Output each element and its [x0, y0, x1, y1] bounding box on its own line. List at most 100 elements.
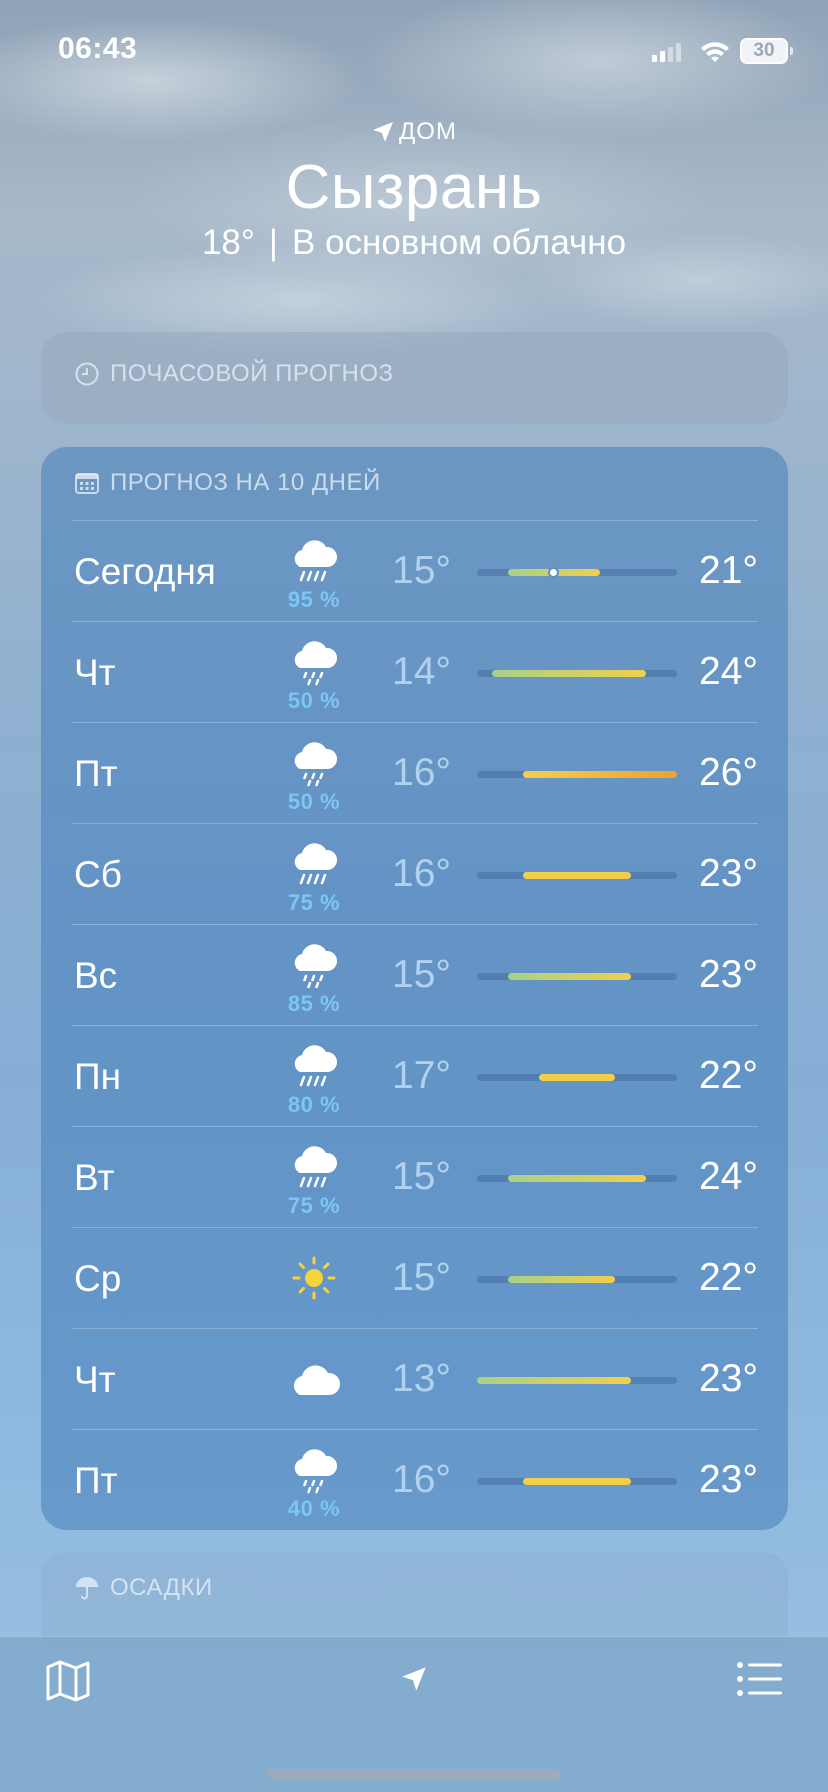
- low-temperature: 17°: [392, 1054, 451, 1097]
- hourly-title-text: ПОЧАСОВОЙ ПРОГНОЗ: [110, 360, 394, 387]
- home-indicator: [267, 1769, 561, 1779]
- forecast-day-label: Ср: [74, 1258, 122, 1299]
- forecast-row[interactable]: Пт 40 % 16° 23°: [72, 1429, 758, 1530]
- battery-indicator: 30: [740, 38, 793, 64]
- temperature-range-fill: [523, 771, 677, 778]
- forecast-day-label: Чт: [74, 1359, 116, 1400]
- temperature-range-bar: [477, 872, 677, 879]
- ten-day-title-text: ПРОГНОЗ НА 10 ДНЕЙ: [110, 469, 381, 496]
- map-icon[interactable]: [44, 1659, 92, 1703]
- low-temperature: 13°: [392, 1357, 451, 1400]
- temperature-range-bar: [477, 567, 677, 578]
- status-bar: 06:43 30: [0, 30, 828, 70]
- forecast-rows: Сегодня 95 % 15° 21° Чт 50 % 14° 24° Пт 50 % 16° 26…: [72, 520, 758, 1530]
- forecast-day-label: Пн: [74, 1056, 122, 1097]
- high-temperature: 22°: [699, 1256, 758, 1299]
- calendar-icon: [75, 473, 99, 494]
- precipitation-chance: 50 %: [287, 688, 341, 713]
- cloud-drizzle-icon: [294, 1449, 338, 1494]
- high-temperature: 23°: [699, 1357, 758, 1400]
- cloud-drizzle-icon: [294, 944, 338, 989]
- umbrella-icon: [76, 1577, 98, 1600]
- precipitation-title-text: ОСАДКИ: [110, 1574, 213, 1601]
- location-label: ДОМ: [399, 118, 457, 145]
- precipitation-chance: 40 %: [287, 1496, 341, 1521]
- cloud-drizzle-icon: [294, 641, 338, 686]
- temperature-range-fill: [507, 1175, 647, 1182]
- temperature-range-bar: [477, 1276, 677, 1283]
- low-temperature: 15°: [392, 1256, 451, 1299]
- forecast-day-label: Вт: [74, 1157, 115, 1198]
- cloud-drizzle-icon: [294, 742, 338, 787]
- high-temperature: 23°: [699, 953, 758, 996]
- forecast-day-label: Чт: [74, 652, 116, 693]
- temperature-range-bar: [477, 670, 677, 677]
- cloud-rain-icon: [294, 1146, 338, 1188]
- high-temperature: 24°: [699, 650, 758, 693]
- cloud-rain-icon: [294, 1045, 338, 1087]
- temperature-range-fill: [507, 1276, 616, 1283]
- cellular-signal-icon: [652, 43, 681, 62]
- low-temperature: 16°: [392, 1458, 451, 1501]
- forecast-row[interactable]: Чт 13° 23°: [72, 1328, 758, 1429]
- low-temperature: 15°: [392, 1155, 451, 1198]
- high-temperature: 24°: [699, 1155, 758, 1198]
- low-temperature: 15°: [392, 953, 451, 996]
- forecast-day-label: Пт: [74, 1460, 118, 1501]
- hourly-forecast-card[interactable]: ПОЧАСОВОЙ ПРОГНОЗ: [41, 332, 788, 424]
- low-temperature: 14°: [392, 650, 451, 693]
- temperature-range-fill: [523, 872, 631, 879]
- current-temperature-marker: [548, 567, 560, 578]
- forecast-day-label: Сегодня: [74, 551, 216, 592]
- clock-icon: [75, 362, 99, 386]
- precipitation-title: ОСАДКИ: [74, 1574, 213, 1602]
- forecast-row[interactable]: Сб 75 % 16° 23°: [72, 823, 758, 924]
- location-label-row: ДОМ: [0, 118, 828, 146]
- precipitation-chance: 85 %: [287, 991, 341, 1016]
- forecast-day-label: Сб: [74, 854, 122, 895]
- low-temperature: 16°: [392, 852, 451, 895]
- high-temperature: 23°: [699, 852, 758, 895]
- wifi-icon: [701, 42, 729, 62]
- forecast-row[interactable]: Вт 75 % 15° 24°: [72, 1126, 758, 1227]
- precipitation-chance: 75 %: [287, 1193, 341, 1218]
- temperature-range-bar: [477, 1478, 677, 1485]
- temperature-range-fill: [523, 1478, 631, 1485]
- temperature-range-bar: [477, 1377, 677, 1384]
- cloud-rain-icon: [294, 540, 338, 582]
- location-arrow-icon[interactable]: [400, 1665, 428, 1693]
- temperature-range-fill: [477, 1377, 631, 1384]
- separator: |: [268, 223, 278, 262]
- low-temperature: 16°: [392, 751, 451, 794]
- temperature-range-fill: [538, 1074, 616, 1081]
- precipitation-chance: 50 %: [287, 789, 341, 814]
- ten-day-forecast-card[interactable]: ПРОГНОЗ НА 10 ДНЕЙ Сегодня 95 % 15° 21° Чт 50…: [41, 447, 788, 1530]
- sun-icon: [292, 1256, 336, 1300]
- list-icon[interactable]: [736, 1659, 784, 1699]
- temperature-range-bar: [477, 973, 677, 980]
- low-temperature: 15°: [392, 549, 451, 592]
- bottom-toolbar: [0, 1636, 828, 1792]
- high-temperature: 23°: [699, 1458, 758, 1501]
- precipitation-chance: 75 %: [287, 890, 341, 915]
- forecast-row[interactable]: Сегодня 95 % 15° 21°: [72, 520, 758, 621]
- current-conditions: 18° | В основном облачно: [0, 223, 828, 263]
- temperature-range-bar: [477, 1175, 677, 1182]
- forecast-row[interactable]: Чт 50 % 14° 24°: [72, 621, 758, 722]
- forecast-row[interactable]: Вс 85 % 15° 23°: [72, 924, 758, 1025]
- temperature-range-bar: [477, 771, 677, 778]
- precipitation-chance: 80 %: [287, 1092, 341, 1117]
- forecast-row[interactable]: Ср 15° 22°: [72, 1227, 758, 1328]
- forecast-row[interactable]: Пт 50 % 16° 26°: [72, 722, 758, 823]
- high-temperature: 22°: [699, 1054, 758, 1097]
- forecast-row[interactable]: Пн 80 % 17° 22°: [72, 1025, 758, 1126]
- high-temperature: 21°: [699, 549, 758, 592]
- cloud-icon: [293, 1365, 341, 1395]
- temperature-range-bar: [477, 1074, 677, 1081]
- forecast-day-label: Вс: [74, 955, 118, 996]
- condition-text: В основном облачно: [291, 223, 627, 262]
- location-arrow-icon: [373, 122, 394, 142]
- temperature-range-fill: [492, 670, 647, 677]
- status-time: 06:43: [58, 32, 138, 65]
- location-header: ДОМ Сызрань 18° | В основном облачно: [0, 118, 828, 263]
